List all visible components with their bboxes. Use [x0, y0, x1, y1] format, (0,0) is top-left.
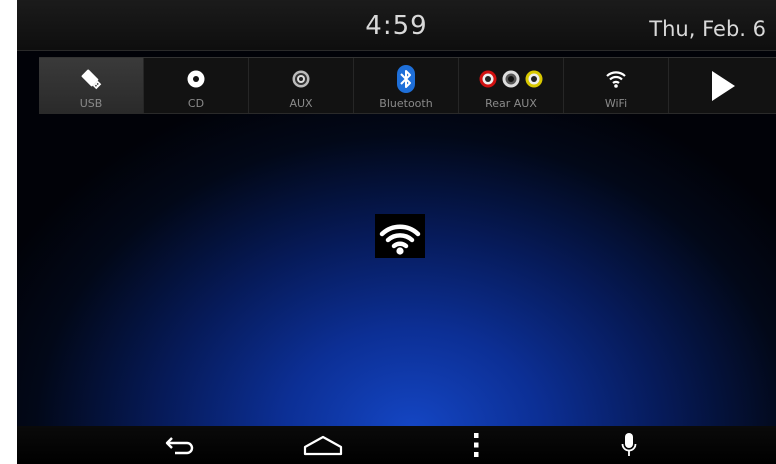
- source-rear-aux[interactable]: Rear AUX: [459, 58, 564, 113]
- disc-icon: [144, 65, 248, 93]
- source-bar: USB CD AUX Bluetooth Rear AUX WiFi: [39, 57, 776, 114]
- bluetooth-icon: [354, 65, 458, 93]
- menu-icon: [474, 433, 479, 457]
- date: Thu, Feb. 6: [649, 17, 766, 41]
- home-button[interactable]: [293, 426, 353, 464]
- source-label: AUX: [289, 97, 313, 110]
- source-label: USB: [79, 97, 103, 110]
- screen: 4:59 Thu, Feb. 6 USB CD AUX Bluetooth Re…: [17, 0, 776, 464]
- usb-drive-icon: [39, 65, 143, 93]
- next-sources-button[interactable]: [669, 58, 776, 113]
- nav-bar: [17, 426, 776, 464]
- main-wifi-icon: [375, 214, 425, 258]
- aux-jack-icon: [249, 65, 353, 93]
- source-cd[interactable]: CD: [144, 58, 249, 113]
- back-button[interactable]: [150, 426, 210, 464]
- wifi-icon: [564, 65, 668, 93]
- play-arrow-icon: [669, 70, 776, 102]
- source-label: WiFi: [604, 97, 628, 110]
- source-label: Bluetooth: [379, 97, 433, 110]
- menu-button[interactable]: [446, 426, 506, 464]
- back-icon: [165, 437, 194, 455]
- source-bluetooth[interactable]: Bluetooth: [354, 58, 459, 113]
- source-label: Rear AUX: [485, 97, 537, 110]
- source-label: CD: [187, 97, 205, 110]
- source-aux[interactable]: AUX: [249, 58, 354, 113]
- source-usb[interactable]: USB: [39, 58, 144, 113]
- rca-jacks-icon: [459, 65, 563, 93]
- source-wifi[interactable]: WiFi: [564, 58, 669, 113]
- home-icon: [303, 435, 343, 456]
- microphone-icon: [621, 433, 637, 456]
- status-bar: 4:59 Thu, Feb. 6: [17, 0, 776, 51]
- voice-button[interactable]: [599, 426, 659, 464]
